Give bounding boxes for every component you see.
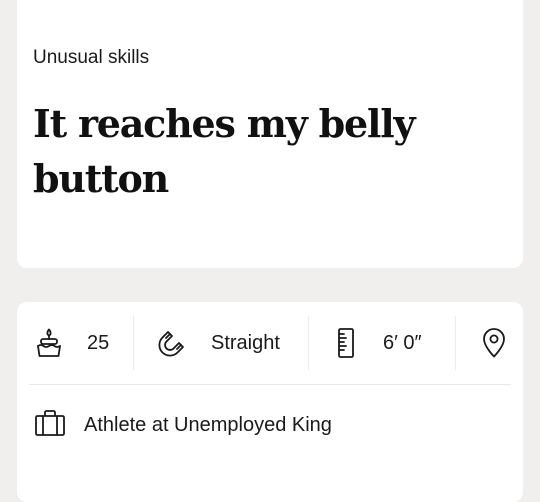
profile-info-card: 25 Straight 6′ 0″ Athlete at Unemployed … [17, 302, 523, 502]
vitals-row: 25 Straight 6′ 0″ [17, 302, 523, 384]
vital-sexuality: Straight [157, 302, 280, 384]
prompt-answer: It reaches my belly button [33, 101, 416, 201]
job-row: Athlete at Unemployed King [17, 385, 523, 465]
vital-divider [455, 316, 456, 370]
age-value: 25 [87, 331, 110, 354]
magnet-icon [157, 328, 187, 358]
vital-age: 25 [35, 302, 109, 384]
prompt-question: Unusual skills [33, 47, 150, 68]
vital-divider [133, 316, 134, 370]
ruler-icon [335, 327, 357, 359]
vital-location[interactable] [481, 302, 507, 384]
height-value: 6′ 0″ [383, 331, 422, 354]
sexuality-value: Straight [211, 331, 280, 354]
briefcase-icon [34, 409, 66, 442]
job-value: Athlete at Unemployed King [84, 413, 332, 436]
vital-height: 6′ 0″ [335, 302, 422, 384]
vital-divider [308, 316, 309, 370]
cake-icon [35, 327, 63, 359]
location-pin-icon[interactable] [481, 327, 507, 359]
